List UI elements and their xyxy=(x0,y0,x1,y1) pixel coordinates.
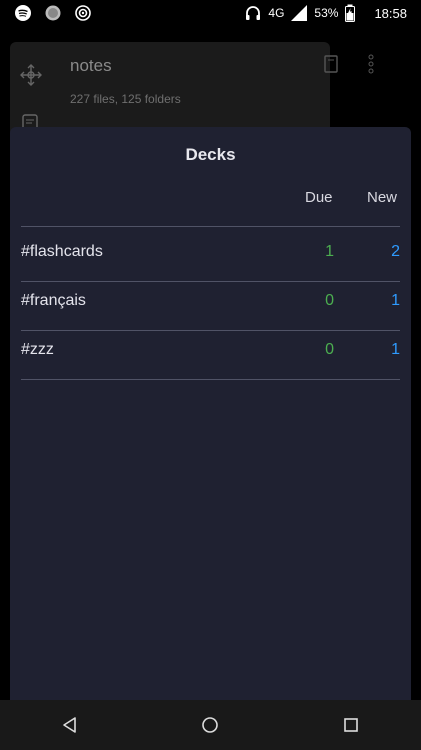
battery-charging-icon xyxy=(344,4,362,22)
deck-due-count: 0 xyxy=(325,292,334,309)
deck-new-count: 2 xyxy=(391,243,400,260)
divider xyxy=(21,226,400,227)
modal-title: Decks xyxy=(185,145,236,164)
deck-row-francais[interactable]: #français 0 1 xyxy=(21,277,400,325)
move-icon xyxy=(20,64,42,90)
network-type: 4G xyxy=(268,6,285,20)
app-notification-icon xyxy=(44,4,62,22)
hotspot-icon xyxy=(74,4,92,22)
divider xyxy=(21,379,400,380)
deck-due-count: 1 xyxy=(325,243,334,260)
spotify-icon xyxy=(14,4,32,22)
back-icon[interactable] xyxy=(55,710,85,740)
deck-name[interactable]: #flashcards xyxy=(21,228,103,276)
vault-stats: 227 files, 125 folders xyxy=(70,92,181,106)
deck-new-count: 1 xyxy=(391,341,400,358)
deck-due-count: 0 xyxy=(325,341,334,358)
navigation-bar xyxy=(0,700,421,750)
background-toolbar xyxy=(324,54,374,79)
home-icon[interactable] xyxy=(195,710,225,740)
battery-percent: 53% xyxy=(314,6,339,20)
status-bar: 4G 53% 18:58 xyxy=(0,0,421,26)
vault-title: notes xyxy=(70,56,112,75)
headphones-icon xyxy=(244,4,262,22)
new-column-header: New xyxy=(367,189,398,206)
signal-icon xyxy=(290,4,308,22)
book-icon xyxy=(324,55,338,78)
deck-new-count: 1 xyxy=(391,292,400,309)
clock: 18:58 xyxy=(374,5,407,21)
deck-row-flashcards[interactable]: #flashcards 1 2 xyxy=(21,228,400,276)
deck-name[interactable]: #français xyxy=(21,277,86,325)
deck-name[interactable]: #zzz xyxy=(21,326,54,374)
more-options-icon xyxy=(368,54,374,79)
recents-icon[interactable] xyxy=(336,710,366,740)
due-column-header: Due xyxy=(305,189,333,206)
deck-row-zzz[interactable]: #zzz 0 1 xyxy=(21,326,400,374)
decks-modal: Decks Due New #flashcards 1 2 #français … xyxy=(10,127,411,700)
